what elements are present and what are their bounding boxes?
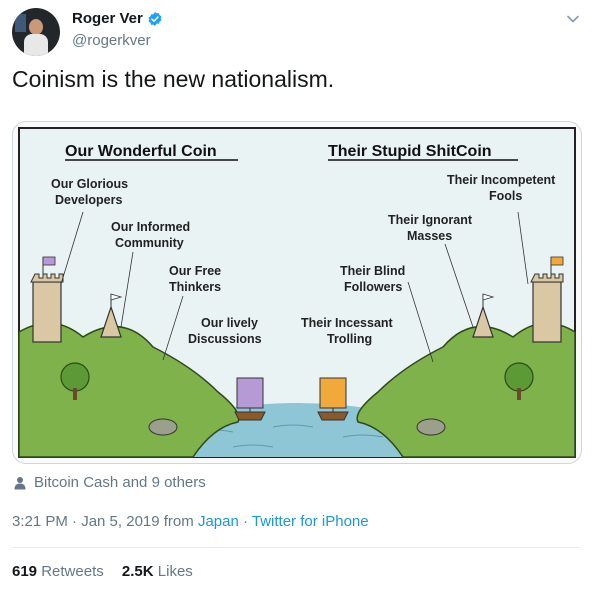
avatar-body — [24, 34, 48, 56]
left-boat-sail — [236, 377, 264, 409]
avatar-background — [15, 14, 26, 32]
author-avatar[interactable] — [12, 8, 60, 56]
verified-badge-icon — [148, 11, 162, 26]
tweet-image[interactable]: Our Wonderful Coin Their Stupid ShitCoin… — [12, 121, 582, 464]
avatar-face — [29, 19, 43, 35]
left-boat — [234, 411, 266, 421]
right-castle-tower — [532, 281, 562, 343]
tagged-users[interactable]: Bitcoin Cash and 9 others — [14, 474, 206, 491]
right-boat — [317, 411, 349, 421]
divider — [12, 547, 580, 548]
left-castle-flag — [42, 256, 56, 266]
author-name[interactable]: Roger Ver — [72, 10, 143, 27]
retweets-label: Retweets — [41, 563, 104, 580]
left-castle-tower — [32, 281, 62, 343]
author-handle[interactable]: @rogerkver — [72, 32, 151, 49]
likes-label: Likes — [157, 563, 193, 580]
tweet-timestamp[interactable]: 3:21 PM · Jan 5, 2019 from — [12, 513, 198, 530]
person-icon — [14, 476, 26, 489]
cartoon-illustration: Our Wonderful Coin Their Stupid ShitCoin… — [18, 127, 576, 458]
chevron-down-icon[interactable] — [566, 12, 580, 26]
meta-separator: · — [238, 513, 252, 530]
tweet-text: Coinism is the new nationalism. — [12, 66, 335, 92]
likes-stat[interactable]: 2.5K Likes — [122, 563, 193, 580]
tweet-meta: 3:21 PM · Jan 5, 2019 from Japan · Twitt… — [12, 513, 369, 530]
retweets-stat[interactable]: 619 Retweets — [12, 563, 104, 580]
right-castle-flag — [550, 256, 564, 266]
tweet-stats: 619 Retweets 2.5K Likes — [12, 563, 193, 580]
tweet-source-link[interactable]: Twitter for iPhone — [252, 513, 369, 530]
tagged-users-label[interactable]: Bitcoin Cash and 9 others — [34, 474, 206, 491]
tweet-location-link[interactable]: Japan — [198, 513, 239, 530]
right-heading: Their Stupid ShitCoin — [328, 143, 492, 160]
left-heading: Our Wonderful Coin — [65, 143, 217, 160]
retweets-count: 619 — [12, 563, 38, 580]
right-boat-sail — [319, 377, 347, 409]
likes-count: 2.5K — [121, 563, 154, 580]
author-name-row[interactable]: Roger Ver — [72, 10, 163, 27]
